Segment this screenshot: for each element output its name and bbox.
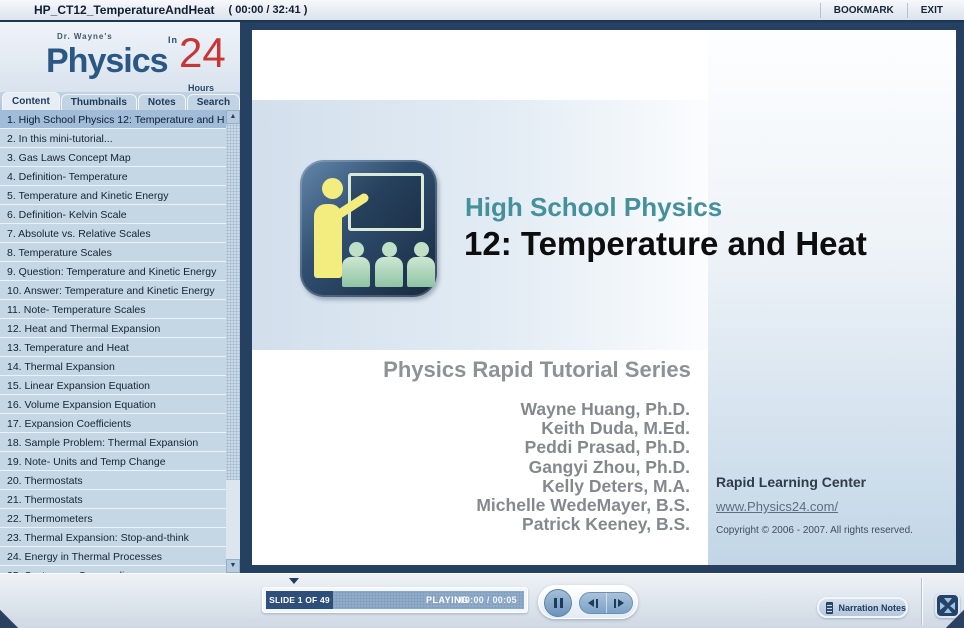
seek-bar[interactable]: SLIDE 1 OF 49 PLAYING 00:00 / 00:05 [262,587,528,613]
pause-icon [553,598,557,608]
course-total-time: ( 00:00 / 32:41 ) [228,4,308,16]
author-name: Michelle WedeMayer, B.S. [476,495,690,516]
logo-prefix-text: Dr. Wayne's [57,32,113,41]
slide-stage: High School Physics 12: Temperature and … [240,22,964,573]
tab-content[interactable]: Content [2,92,60,110]
previous-icon [587,599,594,607]
author-name: Gangyi Zhou, Ph.D. [528,456,690,477]
toc-item[interactable]: 15. Linear Expansion Equation [0,376,226,395]
tab-search[interactable]: Search [186,94,241,110]
course-player-window: HP_CT12_TemperatureAndHeat ( 00:00 / 32:… [0,0,964,628]
scroll-up-icon[interactable]: ▲ [226,110,240,124]
toc-item[interactable]: 4. Definition- Temperature [0,167,226,186]
sidebar: Dr. Wayne's Physics In 24 Hours Content … [0,22,241,573]
slide-kicker: High School Physics [465,192,723,222]
toc-item[interactable]: 19. Note- Units and Temp Change [0,452,226,471]
teacher-body-shape [314,204,342,278]
playback-controls [538,585,638,619]
exit-button[interactable]: EXIT [906,2,956,18]
logo-in-text: In [168,35,178,45]
author-name: Keith Duda, M.Ed. [541,418,690,439]
pause-button[interactable] [544,589,572,617]
titlebar: HP_CT12_TemperatureAndHeat ( 00:00 / 32:… [0,0,964,22]
next-icon [618,599,625,607]
playhead-marker[interactable] [289,578,299,584]
org-url-link[interactable]: www.Physics24.com/ [716,499,838,514]
fullscreen-button[interactable] [935,593,960,618]
toc-item[interactable]: 23. Thermal Expansion: Stop-and-think [0,528,226,547]
teacher-head-shape [322,178,343,199]
slide-time-label: 00:00 / 00:05 [459,595,517,605]
course-file-title: HP_CT12_TemperatureAndHeat [34,3,215,17]
toc-item[interactable]: 12. Heat and Thermal Expansion [0,319,226,338]
slide-title: 12: Temperature and Heat [464,225,867,262]
toc-item[interactable]: 16. Volume Expansion Equation [0,395,226,414]
author-name: Peddi Prasad, Ph.D. [524,437,690,458]
toc-item[interactable]: 22. Thermometers [0,509,226,528]
bookmark-button[interactable]: BOOKMARK [819,2,907,18]
toc-item[interactable]: 1. High School Physics 12: Temperature a… [0,110,226,129]
toc-item[interactable]: 18. Sample Problem: Thermal Expansion [0,433,226,452]
logo-number-text: 24 [179,29,226,76]
toc-list: 1. High School Physics 12: Temperature a… [0,110,226,573]
toc-item[interactable]: 20. Thermostats [0,471,226,490]
tab-thumbnails[interactable]: Thumbnails [60,94,137,110]
toc-item[interactable]: 5. Temperature and Kinetic Energy [0,186,226,205]
toc-item[interactable]: 17. Expansion Coefficients [0,414,226,433]
copyright-text: Copyright © 2006 - 2007. All rights rese… [716,525,913,536]
author-name: Patrick Keeney, B.S. [522,514,690,535]
toc-item[interactable]: 24. Energy in Thermal Processes [0,547,226,566]
toc-item[interactable]: 9. Question: Temperature and Kinetic Ene… [0,262,226,281]
org-name: Rapid Learning Center [716,474,867,490]
controlbar-separator [921,578,923,625]
logo-hours-text: Hours [188,83,215,92]
toc-item[interactable]: 21. Thermostats [0,490,226,509]
toc-item[interactable]: 8. Temperature Scales [0,243,226,262]
toc-item[interactable]: 6. Definition- Kelvin Scale [0,205,226,224]
notes-icon [826,601,834,614]
tab-notes[interactable]: Notes [137,94,186,110]
corner-decoration-left [0,609,19,628]
scroll-down-icon[interactable]: ▼ [226,559,240,573]
toc-scrollbar: ▲ ▼ [226,110,240,573]
toc-item[interactable]: 3. Gas Laws Concept Map [0,148,226,167]
scrollbar-thumb[interactable] [226,124,240,480]
narration-notes-label: Narration Notes [838,602,906,613]
toc-item[interactable]: 25. System vs. Surroundings [0,566,226,573]
series-title: Physics Rapid Tutorial Series [383,357,691,382]
toc-item[interactable]: 7. Absolute vs. Relative Scales [0,224,226,243]
narration-notes-button[interactable]: Narration Notes [817,597,908,618]
seek-progress-fill: SLIDE 1 OF 49 [266,591,333,609]
player-control-bar: SLIDE 1 OF 49 PLAYING 00:00 / 00:05 Narr… [0,573,964,628]
classroom-icon [300,160,437,297]
author-name: Kelly Deters, M.A. [542,475,690,496]
toc-item[interactable]: 2. In this mini-tutorial... [0,129,226,148]
physics24-logo: Dr. Wayne's Physics In 24 Hours [0,22,240,92]
toc-item[interactable]: 10. Answer: Temperature and Kinetic Ener… [0,281,226,300]
next-slide-button[interactable] [607,593,633,613]
skip-buttons [579,592,633,614]
org-block: Rapid Learning Center www.Physics24.com/… [716,474,951,536]
toc-item[interactable]: 13. Temperature and Heat [0,338,226,357]
authors-list: Wayne Huang, Ph.D. Keith Duda, M.Ed. Peddi… [476,399,690,535]
previous-slide-button[interactable] [580,593,607,613]
author-name: Wayne Huang, Ph.D. [520,399,690,419]
sidebar-tabbar: Content Thumbnails Notes Search [0,92,241,110]
toc-item[interactable]: 14. Thermal Expansion [0,357,226,376]
slide-count-label: SLIDE 1 OF 49 [269,595,330,605]
toc-item[interactable]: 11. Note- Temperature Scales [0,300,226,319]
seek-track[interactable]: SLIDE 1 OF 49 PLAYING 00:00 / 00:05 [266,591,524,609]
logo-word-text: Physics [46,42,169,80]
slide: High School Physics 12: Temperature and … [252,30,956,565]
